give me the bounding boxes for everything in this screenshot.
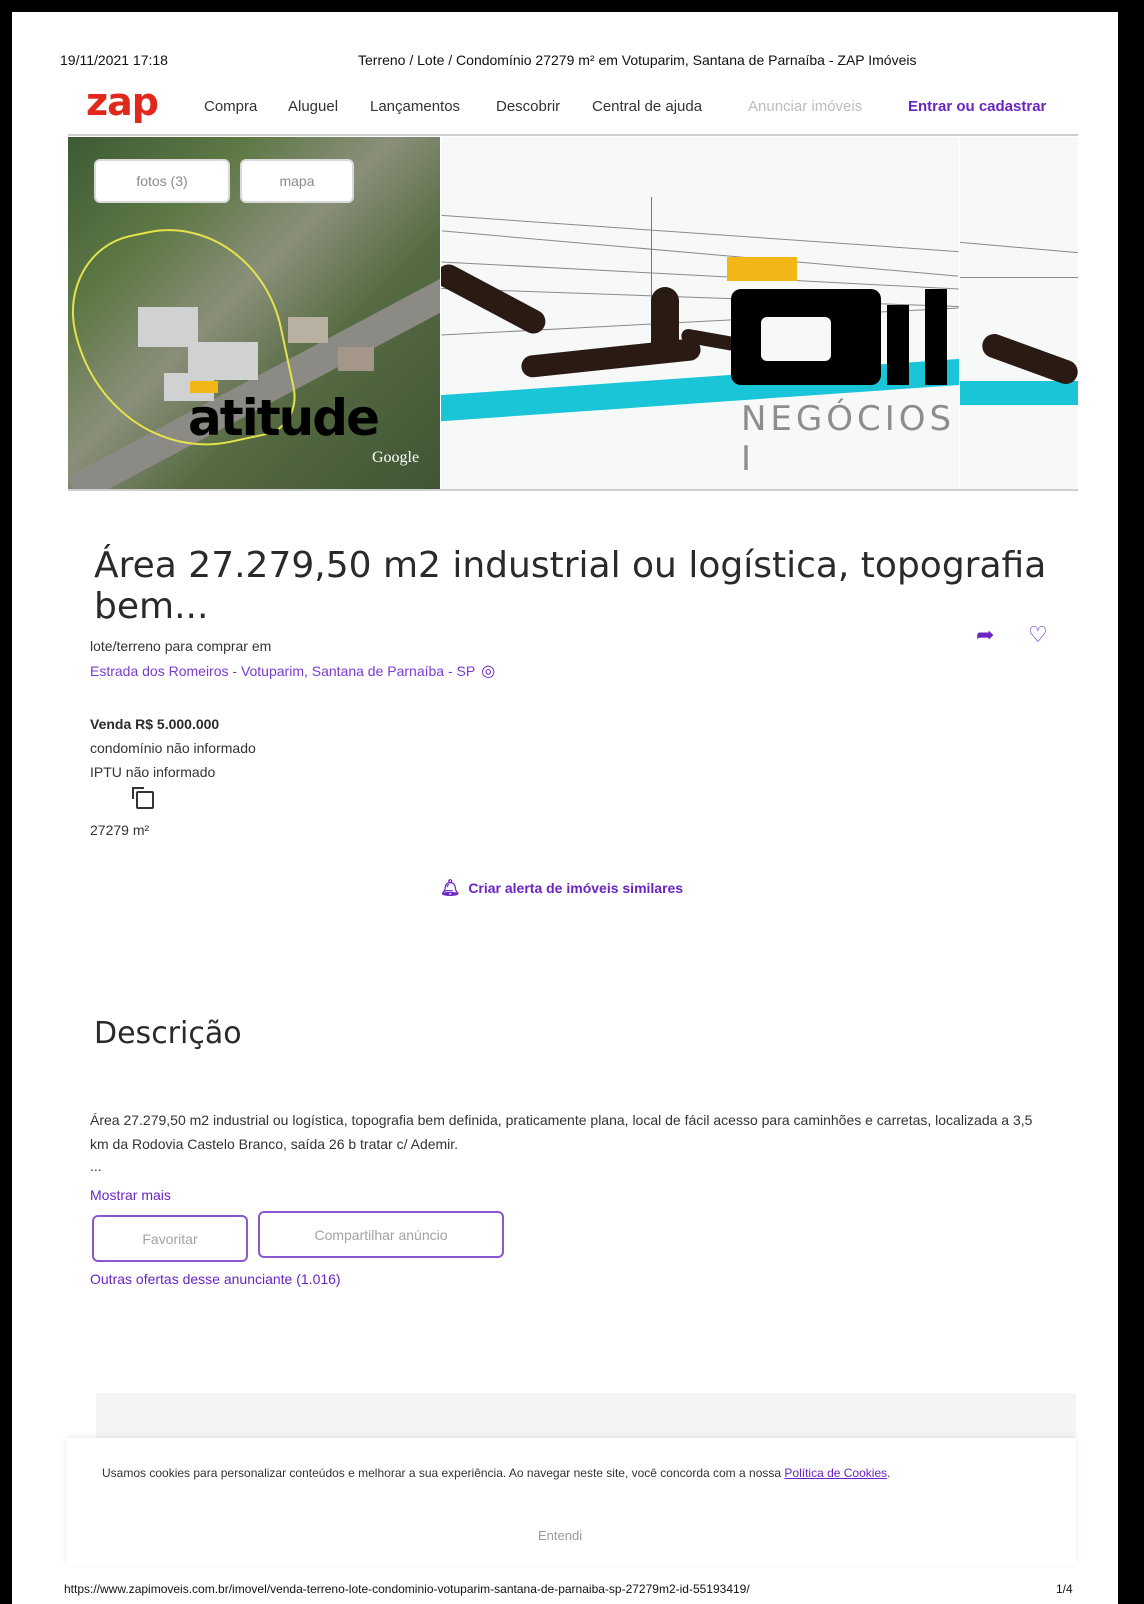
nav-lancamentos[interactable]: Lançamentos bbox=[370, 98, 460, 115]
cookie-period: . bbox=[887, 1466, 891, 1480]
watermark-text: NEGÓCIOS I bbox=[741, 399, 956, 479]
photo-gallery[interactable]: atitude Google fotos (3) mapa NEGÓCIOS I bbox=[68, 137, 1078, 489]
cookie-policy-link[interactable]: Política de Cookies bbox=[784, 1466, 887, 1480]
print-url: https://www.zapimoveis.com.br/imovel/ven… bbox=[64, 1582, 750, 1596]
nav-compra[interactable]: Compra bbox=[204, 98, 257, 115]
other-offers-link[interactable]: Outras ofertas desse anunciante (1.016) bbox=[90, 1271, 341, 1287]
share-listing-button[interactable]: Compartilhar anúncio bbox=[258, 1211, 504, 1258]
print-timestamp: 19/11/2021 17:18 bbox=[60, 52, 168, 68]
nav-anunciar[interactable]: Anunciar imóveis bbox=[748, 98, 862, 115]
favorite-button[interactable]: Favoritar bbox=[92, 1215, 248, 1262]
listing-condo: condomínio não informado bbox=[90, 740, 256, 756]
cookie-banner: Usamos cookies para personalizar conteúd… bbox=[66, 1438, 1076, 1566]
google-mark: Google bbox=[372, 449, 420, 466]
photo-topography[interactable]: NEGÓCIOS I bbox=[441, 137, 959, 489]
listing-title: Área 27.279,50 m2 industrial ou logístic… bbox=[94, 545, 1047, 627]
login-link[interactable]: Entrar ou cadastrar bbox=[908, 98, 1046, 115]
listing-area: 27279 m² bbox=[90, 822, 150, 838]
top-nav: zap Compra Aluguel Lançamentos Descobrir… bbox=[86, 80, 1078, 126]
alert-label[interactable]: Criar alerta de imóveis similares bbox=[468, 880, 683, 896]
area-icon bbox=[132, 787, 154, 809]
print-title: Terreno / Lote / Condomínio 27279 m² em … bbox=[358, 52, 917, 68]
advertiser-card bbox=[96, 1393, 1076, 1438]
address-text[interactable]: Estrada dos Romeiros - Votuparim, Santan… bbox=[90, 663, 475, 679]
share-icon[interactable]: ➦ bbox=[976, 622, 994, 648]
zap-logo[interactable]: zap bbox=[86, 80, 159, 124]
create-alert-link[interactable]: 🔔︎ Criar alerta de imóveis similares bbox=[440, 878, 683, 898]
photo-aerial[interactable]: atitude Google fotos (3) mapa bbox=[68, 137, 440, 489]
listing-type: lote/terreno para comprar em bbox=[90, 638, 272, 654]
photos-button[interactable]: fotos (3) bbox=[94, 159, 230, 203]
listing-address[interactable]: Estrada dos Romeiros - Votuparim, Santan… bbox=[90, 661, 495, 681]
listing-price: Venda R$ 5.000.000 bbox=[90, 716, 220, 732]
cookie-text: Usamos cookies para personalizar conteúd… bbox=[102, 1466, 782, 1480]
cookie-text-block: Usamos cookies para personalizar conteúd… bbox=[102, 1464, 1042, 1482]
listing-iptu: IPTU não informado bbox=[90, 764, 216, 780]
print-page: 1/4 bbox=[1056, 1582, 1073, 1596]
bell-icon: 🔔︎ bbox=[440, 880, 461, 897]
map-button[interactable]: mapa bbox=[240, 159, 354, 203]
cookie-accept-button[interactable]: Entendi bbox=[538, 1528, 582, 1543]
nav-central-ajuda[interactable]: Central de ajuda bbox=[592, 98, 702, 115]
nav-descobrir[interactable]: Descobrir bbox=[496, 98, 560, 115]
photo-third[interactable] bbox=[960, 137, 1078, 489]
heart-icon[interactable]: ♡ bbox=[1028, 622, 1048, 648]
gallery-bottom-line bbox=[68, 489, 1078, 491]
nav-aluguel[interactable]: Aluguel bbox=[288, 98, 338, 115]
show-more-link[interactable]: Mostrar mais bbox=[90, 1187, 171, 1203]
description-ellipsis: ... bbox=[90, 1158, 102, 1174]
location-pin-icon[interactable]: ◎ bbox=[481, 661, 495, 681]
watermark-logo: atitude bbox=[188, 389, 380, 447]
gallery-top-line bbox=[68, 134, 1078, 136]
description-heading: Descrição bbox=[94, 1016, 242, 1051]
description-text: Área 27.279,50 m2 industrial ou logístic… bbox=[90, 1112, 1033, 1152]
